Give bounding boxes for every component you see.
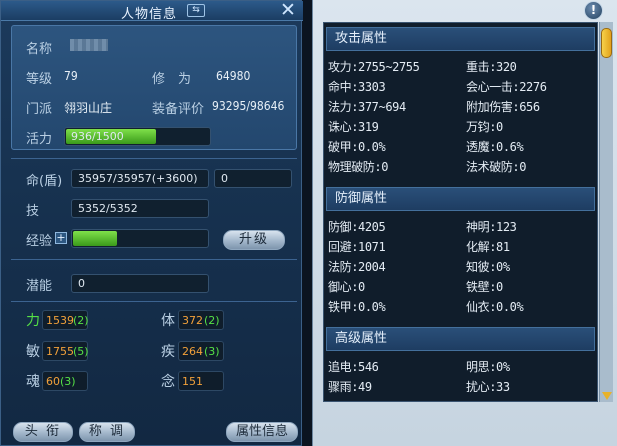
attr-item: 万钧:0: [466, 120, 503, 134]
exp-bar: [71, 229, 209, 248]
stat-value-mind: 151: [182, 375, 203, 388]
vitality-bar: 936/1500: [64, 127, 211, 146]
level-label: 等级: [26, 72, 53, 87]
attr-item: 破甲:0.0%: [328, 140, 386, 154]
vitality-label: 活力: [26, 132, 53, 147]
attr-item: 铁壁:0: [466, 280, 503, 294]
section-header-defense: 防御属性: [326, 187, 595, 211]
attr-item: 化解:81: [466, 240, 510, 254]
stat-label-mind: 念: [161, 374, 175, 390]
potential-value: 0: [78, 277, 85, 290]
attr-item: 法防:2004: [328, 260, 386, 274]
equip-rating-value: 93295/98646: [212, 99, 285, 113]
divider: [11, 259, 297, 260]
stat-label-speed: 疾: [161, 344, 175, 360]
scroll-down-arrow-icon[interactable]: [602, 392, 612, 400]
exp-label: 经验: [26, 234, 53, 249]
attr-item: 御心:0: [328, 280, 365, 294]
attr-item: 法术破防:0: [466, 160, 527, 174]
name-label: 名称: [26, 42, 53, 57]
attribute-panel: 攻击属性 攻力:2755~2755 重击:320 命中:3303 会心一击:22…: [312, 0, 617, 446]
attr-item: 法力:377~694: [328, 100, 406, 114]
attribute-info-button[interactable]: 属性信息: [226, 422, 298, 442]
stat-label-constitution: 体: [161, 313, 175, 329]
stat-label-strength: 力: [26, 313, 40, 329]
window-title: 人物信息: [121, 7, 178, 22]
help-icon[interactable]: !: [584, 1, 603, 20]
attr-item: 命中:3303: [328, 80, 386, 94]
appellation-button[interactable]: 称 调: [79, 422, 135, 442]
section-header-advanced: 高级属性: [326, 327, 595, 351]
exp-plus-button[interactable]: +: [55, 232, 67, 244]
attr-item: 物理破防:0: [328, 160, 389, 174]
stat-bonus-speed: (3): [204, 345, 220, 358]
faction-value: 翎羽山庄: [64, 101, 113, 115]
scrollbar[interactable]: [599, 22, 613, 402]
blurred-name-value: [70, 39, 108, 51]
faction-label: 门派: [26, 102, 53, 117]
title-button[interactable]: 头 衔: [13, 422, 73, 442]
switch-icon[interactable]: ⇆: [187, 4, 205, 17]
attr-item: 知彼:0%: [466, 260, 510, 274]
attr-item: 透魔:0.6%: [466, 140, 524, 154]
attr-item: 重击:320: [466, 60, 517, 74]
stat-bonus-strength: (2): [73, 314, 89, 327]
stat-value-constitution: 372: [182, 314, 203, 327]
divider: [11, 158, 297, 159]
attr-item: 攻力:2755~2755: [328, 60, 420, 74]
attr-item: 诛心:319: [328, 120, 379, 134]
divider: [11, 301, 297, 302]
attr-item: 铁甲:0.0%: [328, 300, 386, 314]
scroll-thumb[interactable]: [601, 28, 612, 58]
attr-item: 神明:123: [466, 220, 517, 234]
cultivation-value: 64980: [216, 69, 251, 83]
title-bar[interactable]: 人物信息 ⇆ ✕: [1, 1, 303, 22]
upgrade-button[interactable]: 升级: [223, 230, 285, 250]
skill-field: 5352/5352: [71, 199, 209, 218]
stat-label-soul: 魂: [26, 374, 40, 390]
hp-field: 35957/35957(+3600): [71, 169, 209, 188]
section-header-attack: 攻击属性: [326, 27, 595, 51]
attr-item: 会心一击:2276: [466, 80, 547, 94]
attr-item: 明思:0%: [466, 360, 510, 374]
attr-item: 附加伤害:656: [466, 100, 540, 114]
attribute-list: 攻击属性 攻力:2755~2755 重击:320 命中:3303 会心一击:22…: [323, 22, 598, 402]
stat-bonus-agility: (5): [73, 345, 89, 358]
cultivation-label: 修 为: [152, 72, 192, 87]
stat-label-agility: 敏: [26, 344, 40, 360]
basic-info-box: 名称 等级 79 修 为 64980 门派 翎羽山庄 装备评价 93295/98…: [11, 25, 297, 150]
attr-item: 回避:1071: [328, 240, 386, 254]
hp-value: 35957/35957(+3600): [78, 172, 198, 185]
shield-value: 0: [221, 172, 228, 185]
potential-field: 0: [71, 274, 209, 293]
vitality-value: 936/1500: [71, 130, 124, 143]
attr-item: 扰心:33: [466, 380, 510, 394]
hp-label: 命(盾): [26, 174, 63, 189]
stat-value-speed: 264: [182, 345, 203, 358]
stat-value-strength: 1539: [46, 314, 74, 327]
skill-label: 技: [26, 204, 40, 219]
attr-item: 仙衣:0.0%: [466, 300, 524, 314]
stat-bonus-constitution: (2): [204, 314, 220, 327]
attr-item: 骤雨:49: [328, 380, 372, 394]
level-value: 79: [64, 69, 78, 83]
equip-rating-label: 装备评价: [152, 102, 205, 117]
attr-item: 防御:4205: [328, 220, 386, 234]
potential-label: 潜能: [26, 279, 53, 294]
attr-item: 追电:546: [328, 360, 379, 374]
exp-bar-fill: [73, 231, 117, 246]
stat-value-soul: 60: [46, 375, 60, 388]
character-info-panel: 人物信息 ⇆ ✕ 名称 等级 79 修 为 64980 门派 翎羽山庄 装备评价…: [0, 0, 303, 446]
close-button[interactable]: ✕: [277, 1, 299, 21]
shield-field: 0: [214, 169, 292, 188]
skill-value: 5352/5352: [78, 202, 138, 215]
stat-bonus-soul: (3): [60, 375, 76, 388]
stat-value-agility: 1755: [46, 345, 74, 358]
